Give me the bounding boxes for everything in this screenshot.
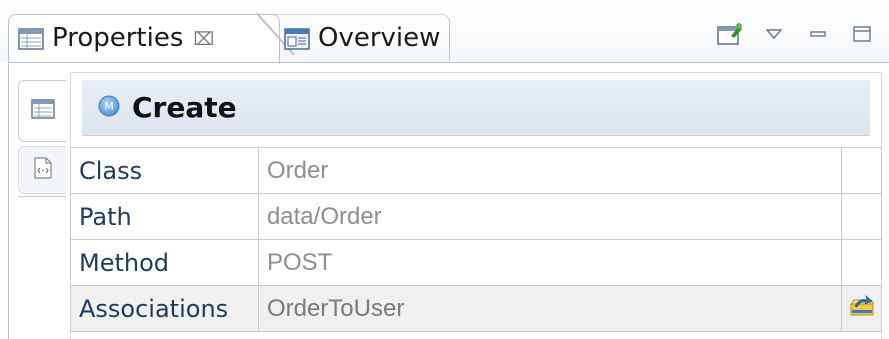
method-badge-icon: M bbox=[98, 95, 120, 121]
tab-overview[interactable]: Overview bbox=[284, 16, 440, 60]
section-tab-table[interactable] bbox=[18, 80, 66, 142]
property-action-cell bbox=[841, 193, 882, 240]
property-key: Class bbox=[70, 147, 259, 194]
properties-header: M Create bbox=[82, 80, 870, 136]
property-action-cell bbox=[841, 239, 882, 286]
table-row[interactable]: Method POST bbox=[70, 239, 882, 286]
property-key: Method bbox=[70, 239, 259, 286]
property-action-cell bbox=[841, 147, 882, 194]
maximize-icon[interactable] bbox=[849, 22, 875, 46]
page-title: Create bbox=[132, 91, 237, 124]
close-tab-icon[interactable]: ⌧ bbox=[193, 29, 214, 50]
tab-properties[interactable]: Properties ⌧ bbox=[18, 16, 214, 60]
property-key: Associations bbox=[70, 285, 259, 332]
property-value[interactable]: POST bbox=[257, 239, 843, 286]
overview-icon bbox=[284, 27, 310, 50]
pin-to-editor-icon[interactable] bbox=[717, 22, 743, 46]
minimize-icon[interactable] bbox=[805, 22, 831, 46]
section-tab-source[interactable] bbox=[18, 146, 66, 194]
tab-overview-label: Overview bbox=[318, 23, 441, 53]
property-value[interactable]: OrderToUser bbox=[257, 285, 843, 332]
view-toolbar bbox=[717, 22, 875, 46]
xml-source-icon bbox=[33, 157, 52, 183]
section-tab-divider bbox=[18, 196, 66, 197]
tab-properties-label: Properties bbox=[52, 23, 184, 53]
table-view-icon bbox=[30, 99, 55, 123]
property-value[interactable]: Order bbox=[257, 147, 843, 194]
property-key: Path bbox=[70, 193, 259, 240]
table-row[interactable]: Associations OrderToUser bbox=[70, 285, 882, 332]
property-table: Class Order Path data/Order Method POST … bbox=[70, 147, 882, 332]
property-action-cell bbox=[841, 285, 882, 332]
method-badge-letter: M bbox=[104, 100, 114, 113]
table-row[interactable]: Path data/Order bbox=[70, 193, 882, 240]
property-value[interactable]: data/Order bbox=[257, 193, 843, 240]
view-tab-bar: Properties ⌧ Overview bbox=[0, 0, 889, 64]
properties-icon bbox=[18, 27, 44, 50]
edit-associations-icon[interactable] bbox=[849, 294, 875, 324]
table-row[interactable]: Class Order bbox=[70, 147, 882, 194]
section-tabs bbox=[18, 80, 68, 194]
view-menu-icon[interactable] bbox=[761, 22, 787, 46]
